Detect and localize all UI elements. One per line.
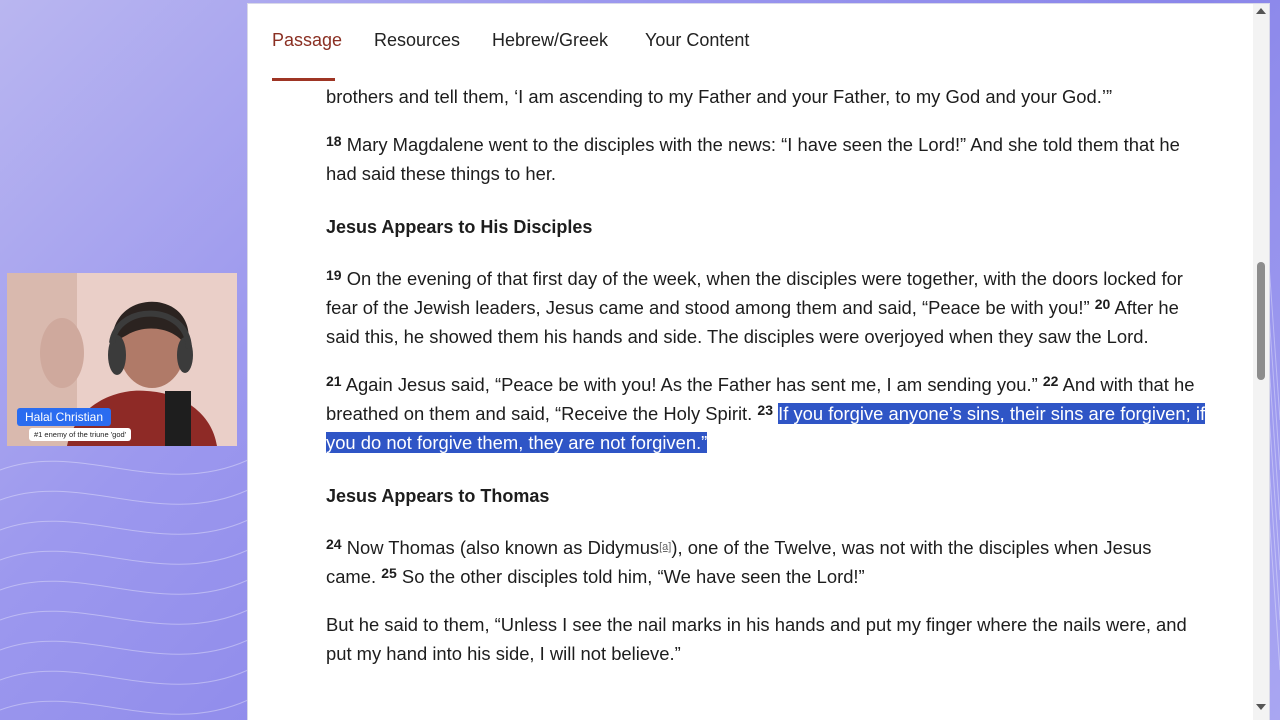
streamer-tagline: #1 enemy of the triune 'god' — [29, 428, 132, 441]
webcam-overlay: Halal Christian #1 enemy of the triune '… — [7, 273, 237, 446]
verse-number: 22 — [1042, 373, 1059, 389]
tab-your-content[interactable]: Your Content — [645, 30, 749, 51]
verse-text: Mary Magdalene went to the disciples wit… — [326, 134, 1180, 184]
verse-number: 23 — [757, 402, 773, 418]
passage-paragraph: But he said to them, “Unless I see the n… — [326, 614, 1187, 664]
verse-text: Again Jesus said, “Peace be with you! As… — [345, 374, 1038, 395]
verse-number: 19 — [326, 267, 342, 283]
tab-resources[interactable]: Resources — [374, 30, 460, 51]
verse-text: Now Thomas (also known as Didymus — [346, 537, 660, 558]
active-tab-indicator — [272, 78, 335, 81]
scrollbar-thumb[interactable] — [1257, 262, 1265, 380]
verse-number: 24 — [326, 536, 342, 552]
scroll-up-arrow-icon[interactable] — [1256, 8, 1266, 14]
section-heading: Jesus Appears to His Disciples — [326, 217, 593, 237]
streamer-name-tag: Halal Christian — [17, 408, 112, 426]
verse-18: 18 Mary Magdalene went to the disciples … — [326, 130, 1206, 188]
verse-19-20: 19 On the evening of that first day of t… — [326, 264, 1206, 351]
verse-number: 21 — [326, 373, 342, 389]
verse-number: 20 — [1094, 296, 1111, 312]
passage-line-top: brothers and tell them, ‘I am ascending … — [326, 86, 1113, 107]
verse-text: On the evening of that first day of the … — [326, 268, 1183, 318]
verse-24-25: 24 Now Thomas (also known as Didymus[a])… — [326, 533, 1206, 591]
scroll-down-arrow-icon[interactable] — [1256, 704, 1266, 710]
passage-content: brothers and tell them, ‘I am ascending … — [326, 82, 1206, 668]
tab-hebrew-greek[interactable]: Hebrew/Greek — [492, 30, 608, 51]
section-heading: Jesus Appears to Thomas — [326, 486, 550, 506]
verse-21-23: 21 Again Jesus said, “Peace be with you!… — [326, 370, 1206, 457]
verse-number: 25 — [381, 565, 397, 581]
tab-bar: Passage Resources Hebrew/Greek Your Cont… — [248, 4, 1253, 82]
verse-number: 18 — [326, 133, 342, 149]
verse-text: So the other disciples told him, “We hav… — [401, 566, 865, 587]
tab-passage[interactable]: Passage — [272, 30, 342, 51]
footnote-link[interactable]: [a] — [659, 541, 671, 553]
vertical-scrollbar[interactable] — [1253, 4, 1269, 720]
browser-page: Passage Resources Hebrew/Greek Your Cont… — [248, 4, 1269, 720]
